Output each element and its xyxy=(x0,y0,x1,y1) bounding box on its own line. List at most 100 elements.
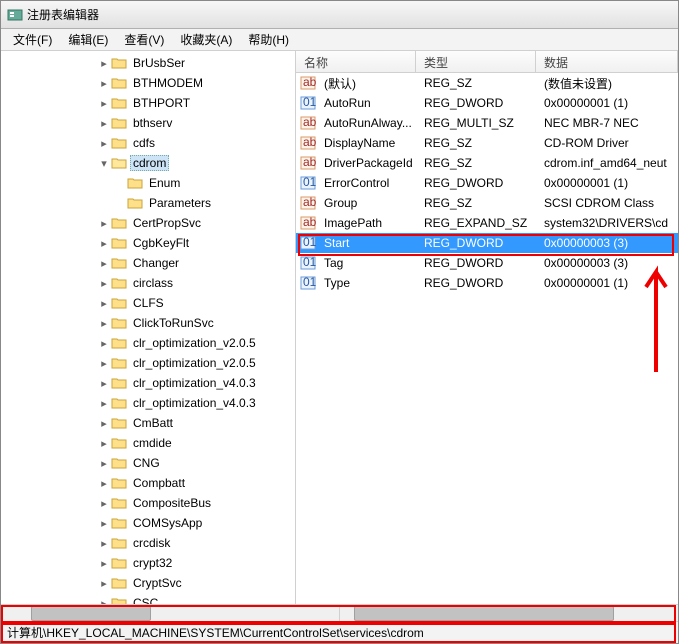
tree-item[interactable]: Parameters xyxy=(1,193,295,213)
tree-panel[interactable]: ▸BrUsbSer▸BTHMODEM▸BTHPORT▸bthserv▸cdfs▾… xyxy=(1,51,296,604)
cell-type: REG_DWORD xyxy=(416,255,536,271)
menu-edit[interactable]: 编辑(E) xyxy=(60,29,116,50)
list-h-scrollbar[interactable] xyxy=(340,605,678,621)
tree-item[interactable]: ▸ circlass xyxy=(1,273,295,293)
cell-data: 0x00000003 (3) xyxy=(536,255,678,271)
tree-item[interactable]: ▸cdfs xyxy=(1,133,295,153)
expand-icon[interactable]: ▸ xyxy=(97,97,111,110)
tree-item[interactable]: ▸BTHMODEM xyxy=(1,73,295,93)
tree-item[interactable]: ▸Changer xyxy=(1,253,295,273)
expand-icon[interactable]: ▸ xyxy=(97,377,111,390)
cell-data: system32\DRIVERS\cd xyxy=(536,215,678,231)
cell-type: REG_SZ xyxy=(416,135,536,151)
expand-icon[interactable]: ▸ xyxy=(97,277,111,290)
expand-icon[interactable]: ▸ xyxy=(97,357,111,370)
tree-label: CNG xyxy=(130,455,163,471)
tree-label: ClickToRunSvc xyxy=(130,315,217,331)
expand-icon[interactable]: ▸ xyxy=(97,297,111,310)
tree-item[interactable]: ▸ CLFS xyxy=(1,293,295,313)
expand-icon[interactable]: ▸ xyxy=(97,57,111,70)
expand-icon[interactable]: ▾ xyxy=(97,157,111,170)
menu-favorites[interactable]: 收藏夹(A) xyxy=(172,29,240,50)
expand-icon[interactable]: ▸ xyxy=(97,497,111,510)
tree-item[interactable]: Enum xyxy=(1,173,295,193)
menu-view[interactable]: 查看(V) xyxy=(116,29,172,50)
expand-icon[interactable]: ▸ xyxy=(97,317,111,330)
menu-help[interactable]: 帮助(H) xyxy=(240,29,297,50)
tree-label: crypt32 xyxy=(130,555,175,571)
tree-item[interactable]: ▸ CNG xyxy=(1,453,295,473)
col-header-data[interactable]: 数据 xyxy=(536,51,678,72)
list-row[interactable]: abDriverPackageIdREG_SZcdrom.inf_amd64_n… xyxy=(296,153,678,173)
tree-item[interactable]: ▸CryptSvc xyxy=(1,573,295,593)
expand-icon[interactable]: ▸ xyxy=(97,557,111,570)
tree-item[interactable]: ▸ CgbKeyFlt xyxy=(1,233,295,253)
tree-item[interactable]: ▸clr_optimization_v4.0.3 xyxy=(1,393,295,413)
expand-icon[interactable]: ▸ xyxy=(97,477,111,490)
tree-item[interactable]: ▾cdrom xyxy=(1,153,295,173)
expand-icon[interactable]: ▸ xyxy=(97,117,111,130)
cell-type: REG_DWORD xyxy=(416,235,536,251)
cell-name: ErrorControl xyxy=(316,175,416,191)
tree-item[interactable]: ▸cmdide xyxy=(1,433,295,453)
tree-label: circlass xyxy=(130,275,176,291)
tree-label: CgbKeyFlt xyxy=(130,235,192,251)
tree-item[interactable]: ▸clr_optimization_v4.0.3 xyxy=(1,373,295,393)
list-row[interactable]: 011AutoRunREG_DWORD0x00000001 (1) xyxy=(296,93,678,113)
col-header-name[interactable]: 名称 xyxy=(296,51,416,72)
tree-item[interactable]: ▸ clr_optimization_v2.0.5 xyxy=(1,333,295,353)
tree-label: crcdisk xyxy=(130,535,173,551)
cell-type: REG_SZ xyxy=(416,195,536,211)
menu-file[interactable]: 文件(F) xyxy=(5,29,60,50)
tree-h-scrollbar[interactable] xyxy=(1,605,340,621)
list-row[interactable]: abImagePathREG_EXPAND_SZsystem32\DRIVERS… xyxy=(296,213,678,233)
list-row[interactable]: ab(默认)REG_SZ(数值未设置) xyxy=(296,73,678,93)
cell-name: AutoRun xyxy=(316,95,416,111)
tree-item[interactable]: ▸CmBatt xyxy=(1,413,295,433)
tree-item[interactable]: ▸bthserv xyxy=(1,113,295,133)
tree-item[interactable]: ▸CertPropSvc xyxy=(1,213,295,233)
tree-item[interactable]: ▸ Compbatt xyxy=(1,473,295,493)
list-row[interactable]: 011TypeREG_DWORD0x00000001 (1) xyxy=(296,273,678,293)
list-panel[interactable]: 名称 类型 数据 ab(默认)REG_SZ(数值未设置)011AutoRunRE… xyxy=(296,51,678,604)
list-row[interactable]: 011TagREG_DWORD0x00000003 (3) xyxy=(296,253,678,273)
tree-item[interactable]: ▸ crcdisk xyxy=(1,533,295,553)
expand-icon[interactable]: ▸ xyxy=(97,517,111,530)
cell-data: cdrom.inf_amd64_neut xyxy=(536,155,678,171)
list-row[interactable]: abDisplayNameREG_SZCD-ROM Driver xyxy=(296,133,678,153)
cell-name: Tag xyxy=(316,255,416,271)
list-row[interactable]: abGroupREG_SZSCSI CDROM Class xyxy=(296,193,678,213)
tree-item[interactable]: ▸ crypt32 xyxy=(1,553,295,573)
expand-icon[interactable]: ▸ xyxy=(97,597,111,605)
list-row[interactable]: 011StartREG_DWORD0x00000003 (3) xyxy=(296,233,678,253)
tree-label: CLFS xyxy=(130,295,167,311)
cell-type: REG_EXPAND_SZ xyxy=(416,215,536,231)
col-header-type[interactable]: 类型 xyxy=(416,51,536,72)
expand-icon[interactable]: ▸ xyxy=(97,417,111,430)
expand-icon[interactable]: ▸ xyxy=(97,137,111,150)
list-row[interactable]: abAutoRunAlway...REG_MULTI_SZNEC MBR-7 N… xyxy=(296,113,678,133)
tree-item[interactable]: ▸COMSysApp xyxy=(1,513,295,533)
expand-icon[interactable]: ▸ xyxy=(97,237,111,250)
tree-label: BTHPORT xyxy=(130,95,193,111)
tree-item[interactable]: ▸ ClickToRunSvc xyxy=(1,313,295,333)
expand-icon[interactable]: ▸ xyxy=(97,537,111,550)
tree-item[interactable]: ▸CSC xyxy=(1,593,295,604)
list-row[interactable]: 011ErrorControlREG_DWORD0x00000001 (1) xyxy=(296,173,678,193)
tree-item[interactable]: ▸ BTHPORT xyxy=(1,93,295,113)
expand-icon[interactable]: ▸ xyxy=(97,457,111,470)
expand-icon[interactable]: ▸ xyxy=(97,437,111,450)
cell-name: Start xyxy=(316,235,416,251)
cell-data: 0x00000001 (1) xyxy=(536,275,678,291)
expand-icon[interactable]: ▸ xyxy=(97,217,111,230)
tree-item[interactable]: ▸clr_optimization_v2.0.5 xyxy=(1,353,295,373)
tree-item[interactable]: ▸CompositeBus xyxy=(1,493,295,513)
expand-icon[interactable]: ▸ xyxy=(97,397,111,410)
tree-item[interactable]: ▸BrUsbSer xyxy=(1,53,295,73)
expand-icon[interactable]: ▸ xyxy=(97,257,111,270)
expand-icon[interactable]: ▸ xyxy=(97,577,111,590)
expand-icon[interactable]: ▸ xyxy=(97,337,111,350)
tree-label: Compbatt xyxy=(130,475,188,491)
tree-label: clr_optimization_v2.0.5 xyxy=(130,335,259,351)
expand-icon[interactable]: ▸ xyxy=(97,77,111,90)
